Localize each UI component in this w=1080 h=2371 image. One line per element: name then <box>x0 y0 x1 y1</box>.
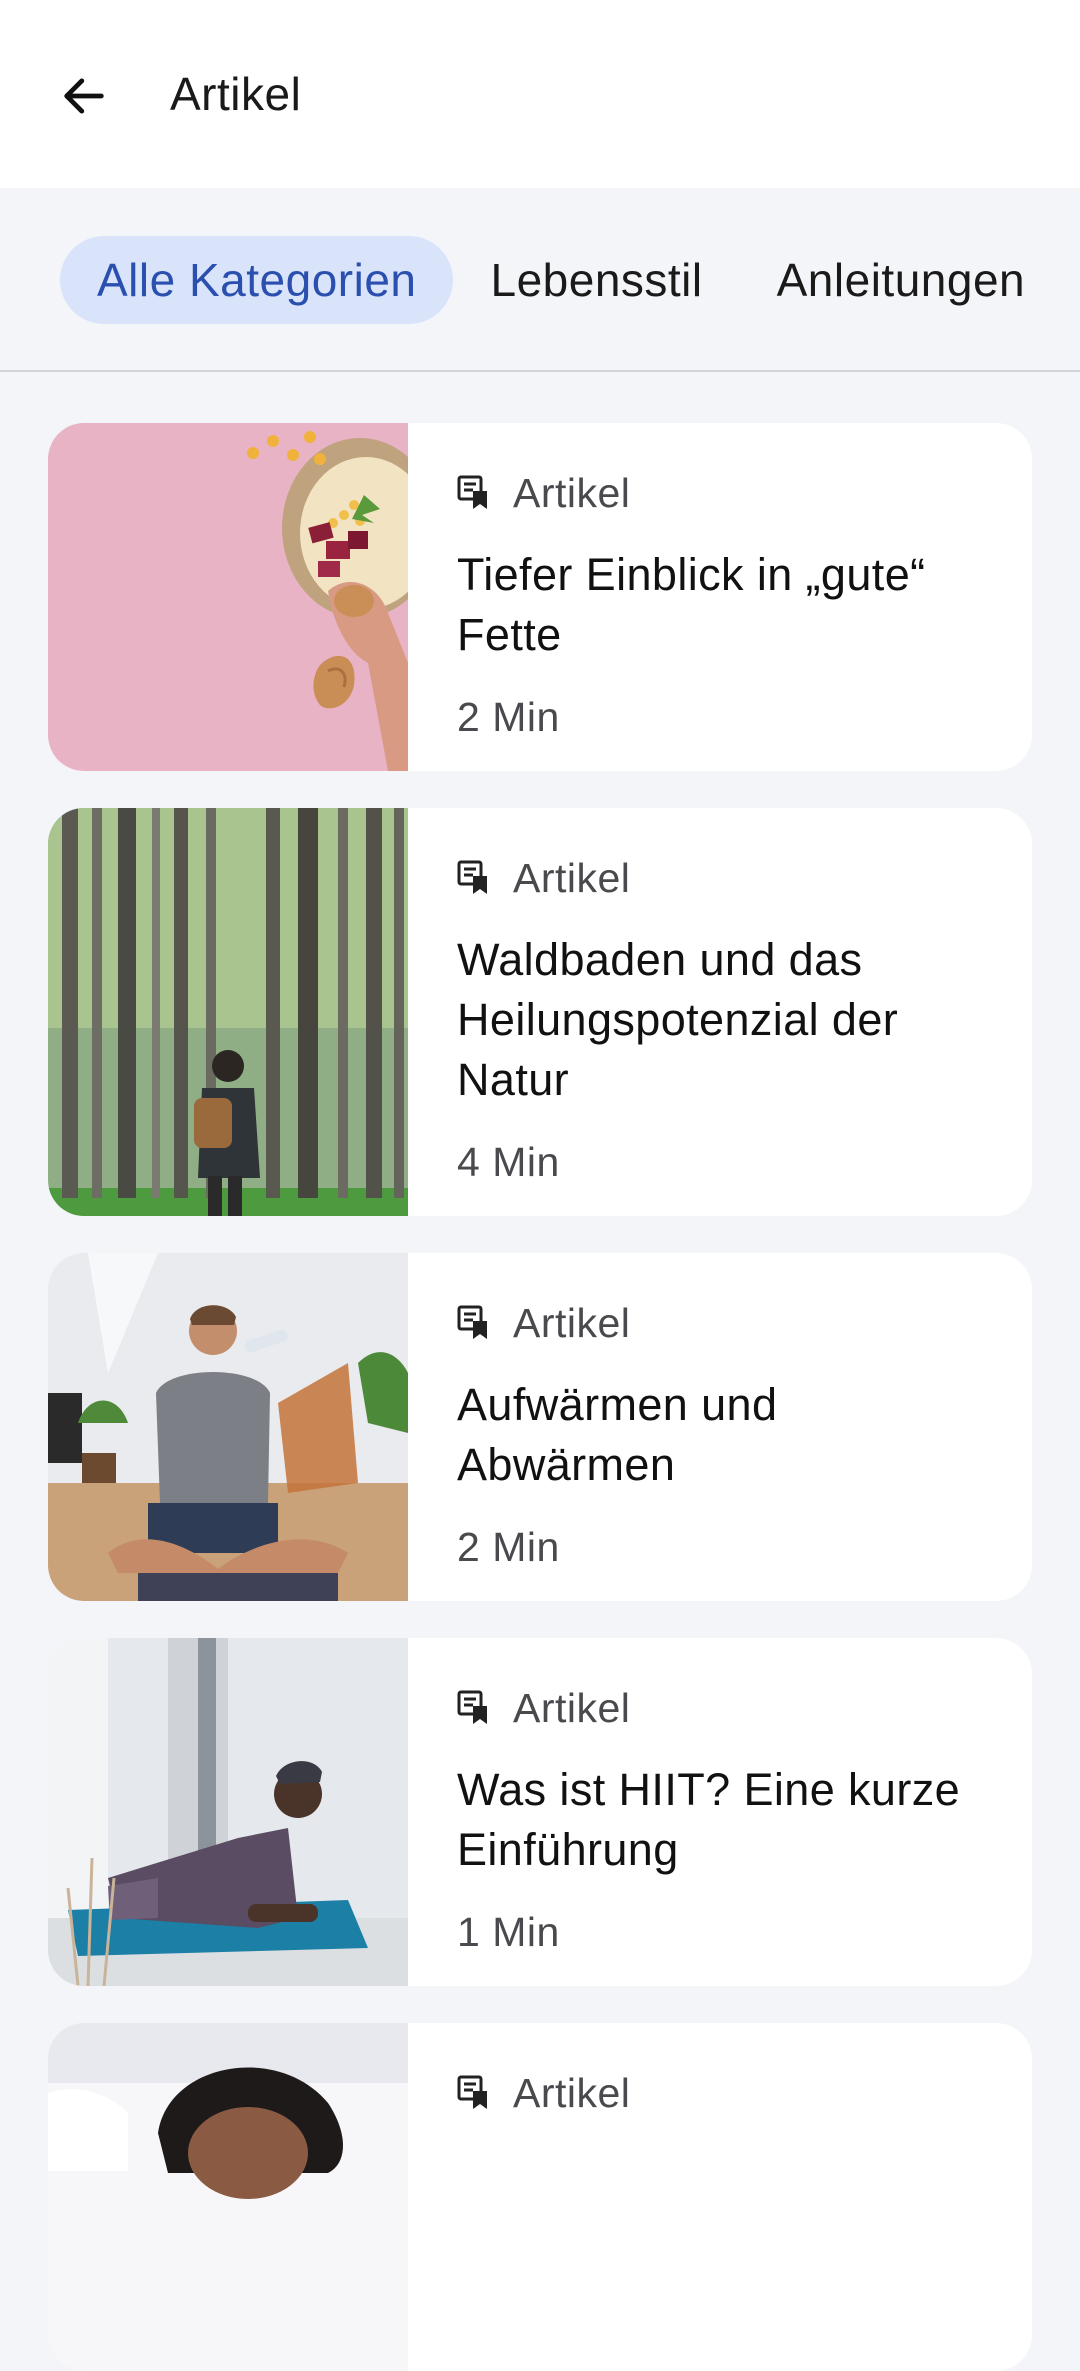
article-title: Was ist HIIT? Eine kurze Einführung <box>457 1764 961 1875</box>
article-type-label: Artikel <box>513 1299 631 1346</box>
article-type-label: Artikel <box>513 469 631 516</box>
article-title: Aufwärmen und Abwärmen <box>457 1379 778 1490</box>
article-thumbnail <box>48 423 408 771</box>
article-type-icon <box>457 1305 487 1339</box>
article-card[interactable]: Artikel Aufwärmen und Abwärmen 2 Min <box>48 1253 1032 1601</box>
article-duration: 4 Min <box>457 1139 560 1185</box>
article-type-label: Artikel <box>513 854 631 901</box>
article-duration: 1 Min <box>457 1909 560 1955</box>
article-thumbnail <box>48 2023 408 2371</box>
article-card[interactable]: Artikel Tiefer Einblick in „gute“ Fette … <box>48 423 1032 771</box>
article-thumbnail <box>48 1253 408 1601</box>
article-type-label: Artikel <box>513 1684 631 1731</box>
article-card[interactable]: Artikel Waldbaden und das Heilungspotenz… <box>48 808 1032 1216</box>
arrow-left-icon <box>64 78 104 114</box>
article-title: Waldbaden und das Heilungspotenzial der … <box>457 934 899 1105</box>
article-title: Tiefer Einblick in „gute“ Fette <box>457 549 926 660</box>
back-button[interactable] <box>48 60 120 132</box>
article-type-icon <box>457 860 487 894</box>
article-type-icon <box>457 475 487 509</box>
category-chip-lifestyle[interactable]: Lebensstil <box>453 236 739 324</box>
page-title: Artikel <box>170 68 302 120</box>
article-card[interactable]: Artikel <box>48 2023 1032 2371</box>
article-thumbnail <box>48 808 408 1216</box>
article-type-label: Artikel <box>513 2069 631 2116</box>
category-chip-guides[interactable]: Anleitungen <box>740 236 1062 324</box>
app-bar: Artikel <box>0 0 1080 188</box>
article-type-icon <box>457 1690 487 1724</box>
category-chip-all[interactable]: Alle Kategorien <box>60 236 454 324</box>
article-duration: 2 Min <box>457 1524 560 1570</box>
category-filter-bar[interactable]: Alle Kategorien Lebensstil Anleitungen <box>0 188 1080 372</box>
article-duration: 2 Min <box>457 694 560 740</box>
article-thumbnail <box>48 1638 408 1986</box>
article-card[interactable]: Artikel Was ist HIIT? Eine kurze Einführ… <box>48 1638 1032 1986</box>
article-type-icon <box>457 2075 487 2109</box>
